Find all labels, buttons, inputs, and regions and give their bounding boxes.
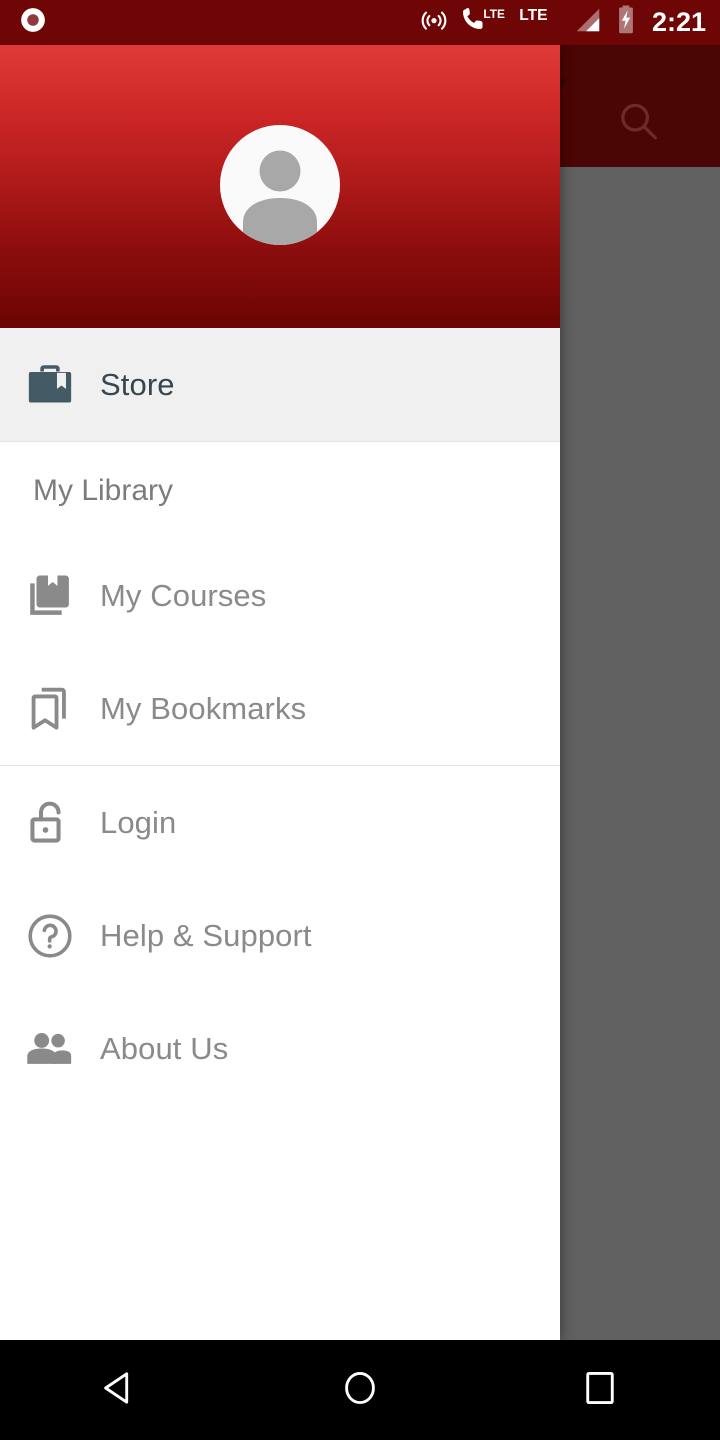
phone-screen: 7 — [0, 0, 720, 1440]
help-circle-icon — [0, 909, 100, 963]
record-dot-icon — [18, 5, 48, 40]
sidebar-item-login[interactable]: Login — [0, 766, 560, 879]
sidebar-item-my-bookmarks[interactable]: My Bookmarks — [0, 652, 560, 765]
navigation-drawer: Store My Library My Courses My Bookmarks… — [0, 45, 560, 1340]
search-icon[interactable] — [615, 98, 661, 149]
status-bar-right: LTE LTE 2:21 — [419, 4, 720, 41]
status-bar-left — [0, 5, 48, 40]
status-clock: 2:21 — [651, 7, 706, 37]
lte-label-icon: LTE — [519, 5, 562, 40]
sidebar-item-my-courses[interactable]: My Courses — [0, 539, 560, 652]
battery-charging-icon — [614, 4, 638, 41]
phone-lte-icon: LTE — [460, 5, 508, 40]
svg-text:LTE: LTE — [483, 7, 505, 21]
section-header-my-library: My Library — [0, 442, 560, 539]
android-nav-bar — [0, 1340, 720, 1440]
bookmarks-icon — [0, 682, 100, 736]
recents-square-icon — [577, 1365, 623, 1416]
status-bar: LTE LTE 2:21 — [0, 0, 720, 45]
sidebar-item-label: My Bookmarks — [100, 691, 307, 726]
sidebar-item-label: Login — [100, 805, 177, 840]
sidebar-item-label: About Us — [100, 1031, 229, 1066]
svg-text:LTE: LTE — [519, 7, 547, 24]
back-button[interactable] — [50, 1340, 190, 1440]
person-silhouette-icon — [243, 150, 317, 245]
people-icon — [0, 1022, 100, 1076]
briefcase-store-icon — [0, 358, 100, 412]
drawer-body: Store My Library My Courses My Bookmarks… — [0, 328, 560, 1105]
sidebar-item-label: My Courses — [100, 578, 267, 613]
avatar[interactable] — [220, 125, 340, 245]
signal-bars-icon — [573, 5, 603, 40]
sidebar-item-help-support[interactable]: Help & Support — [0, 879, 560, 992]
section-header-label: My Library — [33, 473, 174, 507]
sidebar-item-label: Store — [100, 367, 175, 402]
book-library-icon — [0, 569, 100, 623]
hotspot-icon — [419, 5, 449, 40]
sidebar-item-store[interactable]: Store — [0, 328, 560, 441]
drawer-header — [0, 45, 560, 328]
home-circle-icon — [337, 1365, 383, 1416]
back-triangle-icon — [97, 1365, 143, 1416]
lock-open-icon — [0, 796, 100, 850]
sidebar-item-label: Help & Support — [100, 918, 312, 953]
sidebar-item-about-us[interactable]: About Us — [0, 992, 560, 1105]
recents-button[interactable] — [530, 1340, 670, 1440]
home-button[interactable] — [290, 1340, 430, 1440]
